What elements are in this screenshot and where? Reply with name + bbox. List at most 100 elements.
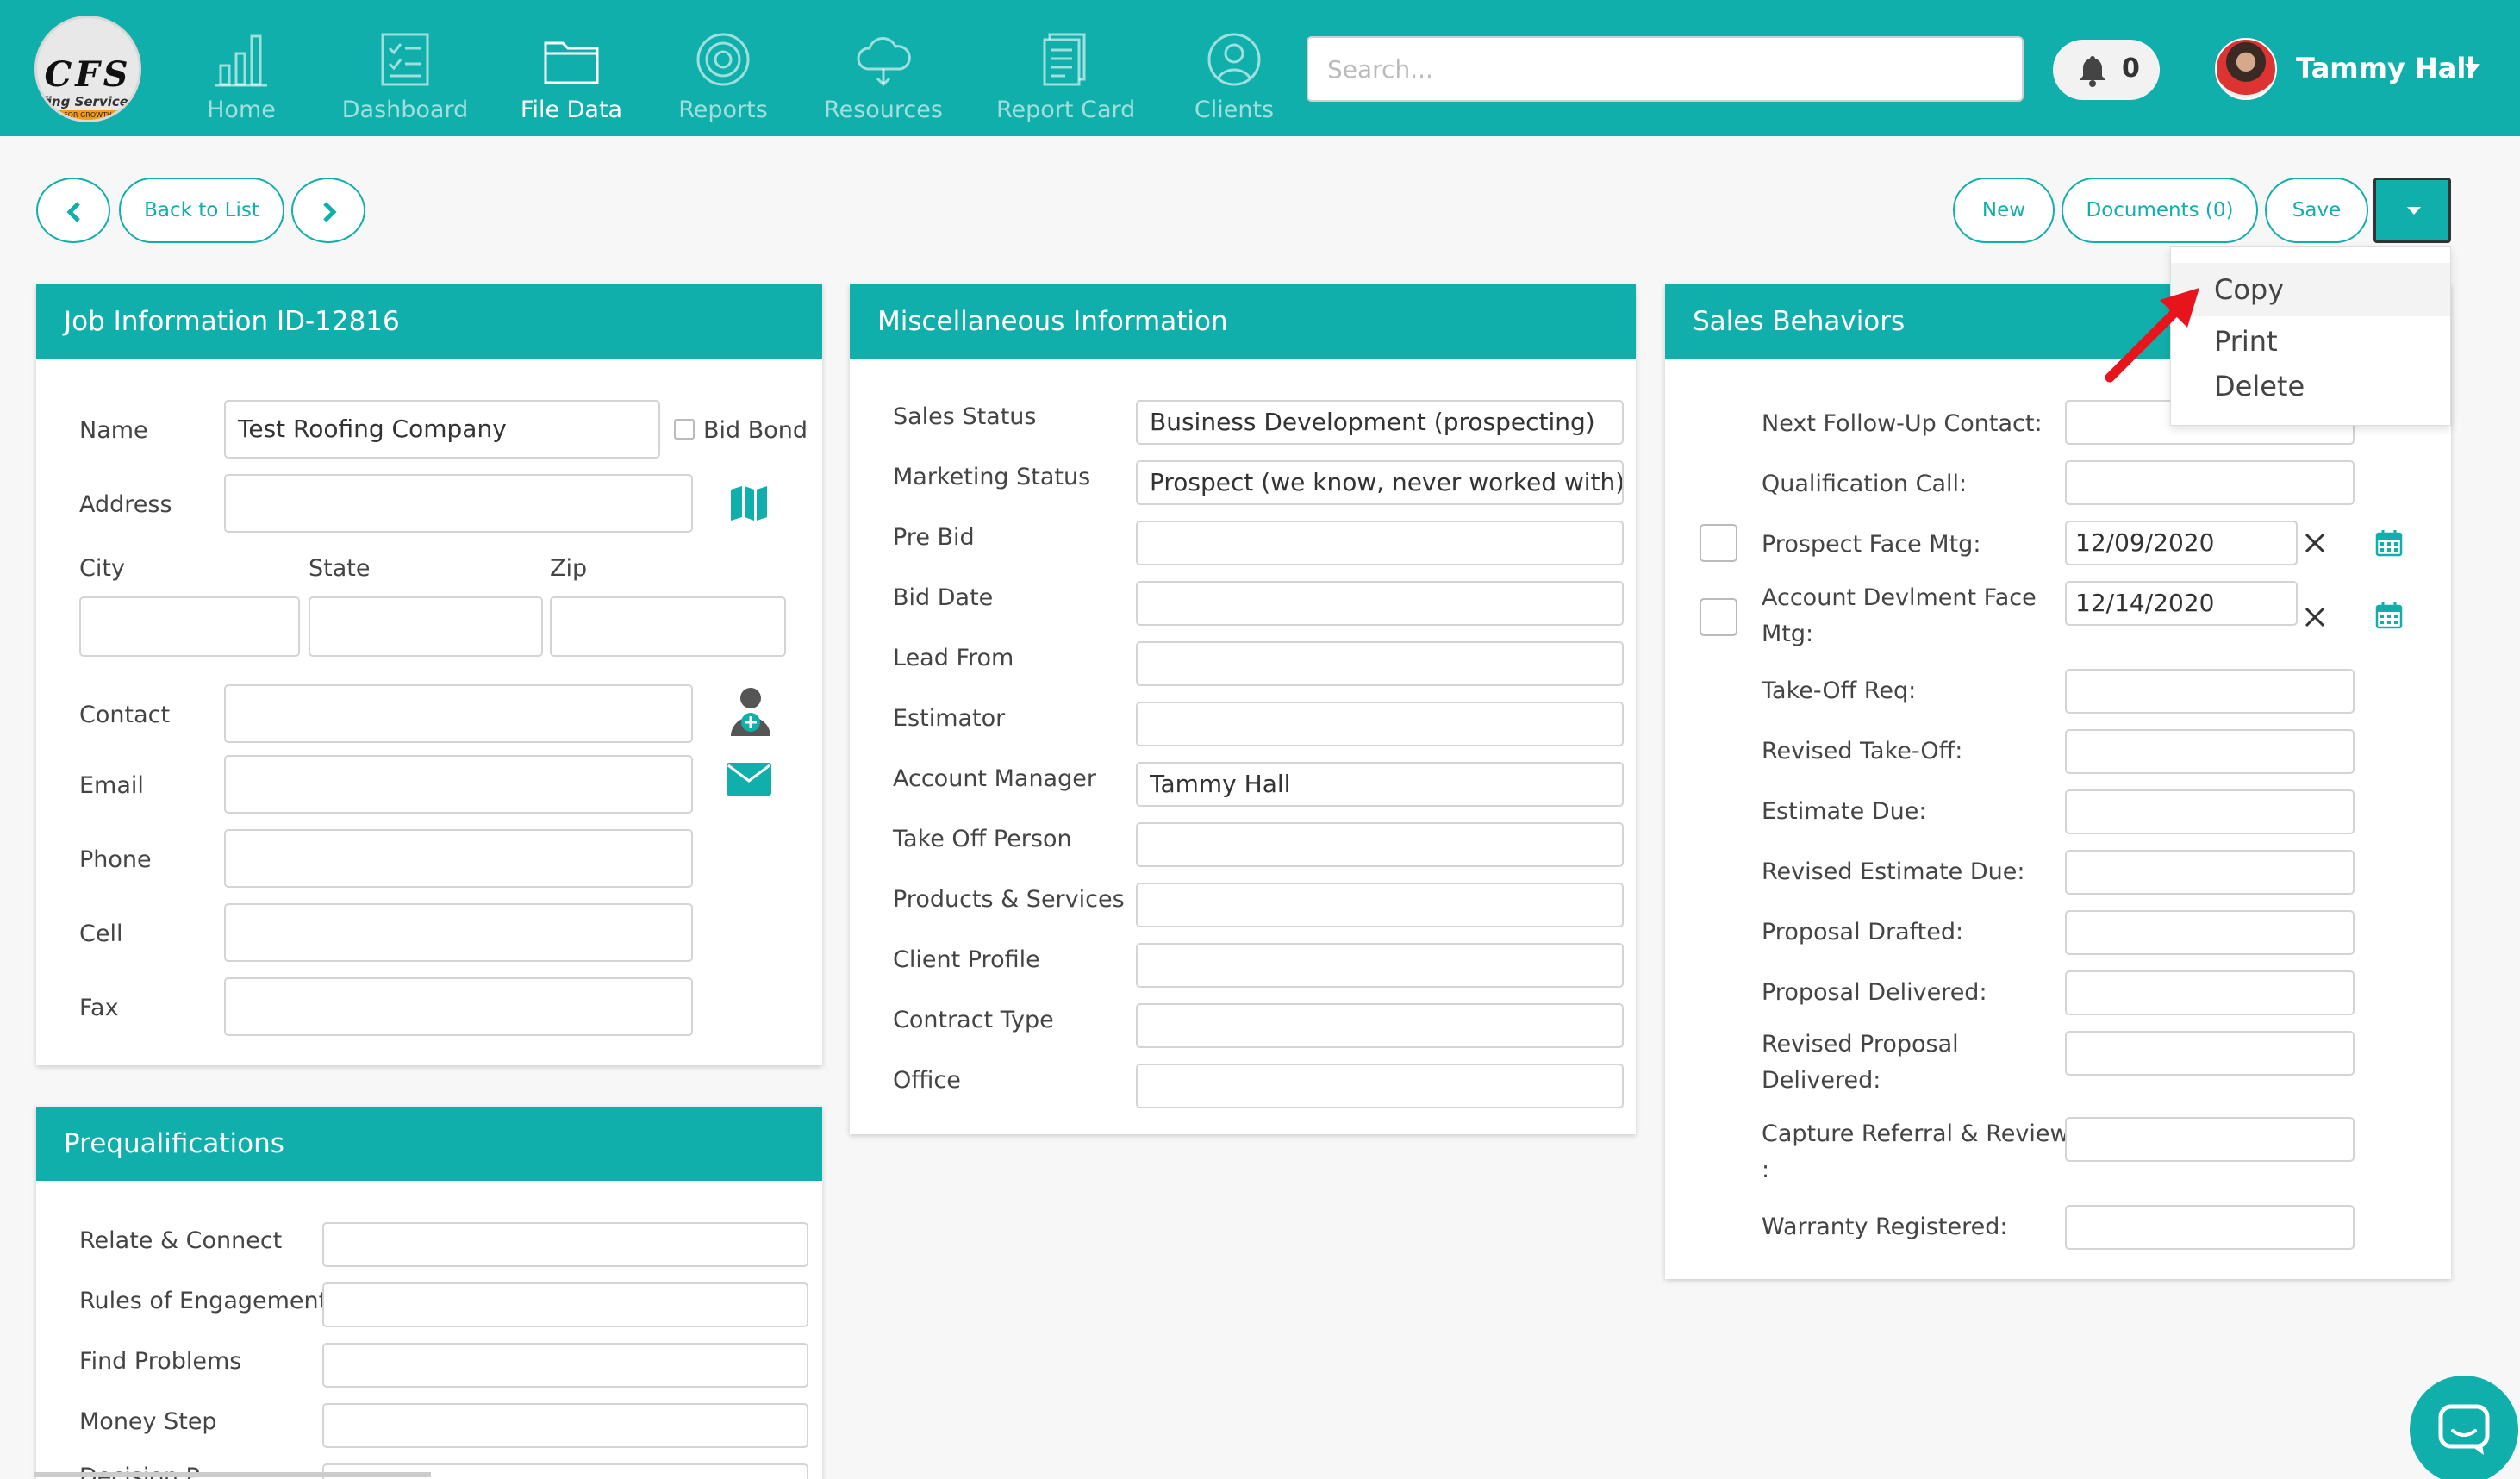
bid-bond-checkbox[interactable] — [674, 419, 695, 440]
chat-button[interactable] — [2410, 1376, 2518, 1479]
job-information-title: Job Information ID-12816 — [36, 284, 822, 359]
back-to-list-button[interactable]: Back to List — [119, 178, 284, 243]
chevron-down-icon[interactable] — [2465, 64, 2480, 73]
bid-date-input[interactable] — [1136, 581, 1624, 626]
folder-icon — [544, 41, 599, 84]
bid-bond-label: Bid Bond — [703, 417, 808, 444]
account-devlment-face-mtg-date[interactable]: 12/14/2020 — [2065, 581, 2298, 626]
search-input[interactable] — [1307, 36, 2024, 102]
address-input[interactable] — [224, 474, 693, 533]
proposal-delivered-input[interactable] — [2065, 970, 2355, 1015]
prospect-face-mtg-checkbox[interactable] — [1700, 524, 1737, 562]
revised-take-off-input[interactable] — [2065, 729, 2355, 774]
nav-dashboard[interactable]: Dashboard — [341, 31, 469, 126]
qualification-call-input[interactable] — [2065, 460, 2355, 505]
revised-estimate-due-input[interactable] — [2065, 850, 2355, 895]
contract-type-input[interactable] — [1136, 1003, 1624, 1048]
user-name[interactable]: Tammy Hall — [2296, 52, 2475, 84]
nav-home[interactable]: Home — [195, 31, 288, 126]
envelope-icon[interactable] — [726, 762, 772, 796]
clear-date-icon[interactable] — [2303, 531, 2327, 555]
lead-from-label: Lead From — [893, 645, 1014, 671]
lead-from-input[interactable] — [1136, 641, 1624, 686]
nav-clients[interactable]: Clients — [1193, 31, 1276, 126]
previous-record-button[interactable] — [36, 178, 110, 243]
capture-referral-review-label-2: : — [1762, 1157, 1770, 1183]
nav-file-data[interactable]: File Data — [519, 31, 624, 126]
notifications-button[interactable]: 0 — [2053, 40, 2160, 100]
account-manager-select[interactable]: Tammy Hall — [1136, 762, 1624, 807]
pre-bid-label: Pre Bid — [893, 524, 975, 551]
capture-referral-review-input[interactable] — [2065, 1117, 2355, 1162]
take-off-person-label: Take Off Person — [893, 826, 1072, 852]
estimator-input[interactable] — [1136, 702, 1624, 746]
contact-label: Contact — [79, 702, 171, 728]
account-devlment-face-mtg-label-2: Mtg: — [1762, 621, 1814, 647]
job-information-panel: Job Information ID-12816 Name Test Roofi… — [36, 284, 822, 1065]
nav-reports[interactable]: Reports — [677, 31, 769, 126]
contact-input[interactable] — [224, 684, 693, 743]
find-problems-input[interactable] — [322, 1343, 808, 1388]
estimate-due-input[interactable] — [2065, 789, 2355, 834]
chevron-right-icon — [323, 202, 337, 222]
rules-of-engagement-input[interactable] — [322, 1282, 808, 1327]
address-label: Address — [79, 491, 172, 518]
new-button[interactable]: New — [1953, 178, 2055, 243]
state-label: State — [309, 555, 371, 582]
fax-input[interactable] — [224, 977, 693, 1036]
marketing-status-select[interactable]: Prospect (we know, never worked with) — [1136, 460, 1624, 505]
phone-input[interactable] — [224, 829, 693, 888]
save-button[interactable]: Save — [2265, 178, 2368, 243]
client-profile-input[interactable] — [1136, 943, 1624, 988]
fax-label: Fax — [79, 995, 119, 1021]
state-input[interactable] — [309, 596, 543, 657]
revised-proposal-delivered-label-2: Delivered: — [1762, 1067, 1881, 1094]
name-input[interactable]: Test Roofing Company — [224, 400, 660, 459]
next-record-button[interactable] — [291, 178, 365, 243]
products-services-label: Products & Services — [893, 886, 1125, 913]
account-devlment-face-mtg-checkbox[interactable] — [1700, 598, 1737, 636]
calendar-icon[interactable] — [2375, 529, 2403, 557]
account-devlment-face-mtg-label: Account Devlment Face — [1762, 584, 2037, 611]
logo-band: FOR GROWTH — [44, 110, 132, 120]
documents-button[interactable]: Documents (0) — [2062, 178, 2258, 243]
menu-item-copy[interactable]: Copy — [2171, 263, 2450, 316]
nav-report-card-label: Report Card — [996, 97, 1136, 123]
revised-proposal-delivered-label: Revised Proposal — [1762, 1031, 1959, 1058]
logo-text: CFS — [44, 54, 132, 95]
sales-status-select[interactable]: Business Development (prospecting) — [1136, 400, 1624, 445]
marketing-status-label: Marketing Status — [893, 464, 1091, 490]
take-off-person-input[interactable] — [1136, 822, 1624, 867]
take-off-req-input[interactable] — [2065, 669, 2355, 714]
relate-connect-input[interactable] — [322, 1222, 808, 1267]
clear-date-icon[interactable] — [2303, 605, 2327, 629]
office-input[interactable] — [1136, 1064, 1624, 1108]
nav-resources[interactable]: Resources — [824, 31, 943, 126]
money-step-input[interactable] — [322, 1403, 808, 1448]
horizontal-scrollbar[interactable] — [34, 1472, 431, 1477]
warranty-registered-input[interactable] — [2065, 1205, 2355, 1250]
proposal-drafted-label: Proposal Drafted: — [1762, 919, 1964, 945]
nav-file-data-label: File Data — [520, 97, 623, 123]
pre-bid-input[interactable] — [1136, 521, 1624, 565]
logo-subtext: fing Services — [41, 94, 136, 109]
menu-item-delete[interactable]: Delete — [2171, 359, 2450, 413]
nav-dashboard-label: Dashboard — [341, 97, 469, 123]
revised-proposal-delivered-input[interactable] — [2065, 1031, 2355, 1076]
city-input[interactable] — [79, 596, 300, 657]
company-logo[interactable]: CFS fing Services FOR GROWTH — [34, 16, 141, 122]
avatar[interactable] — [2215, 38, 2277, 100]
email-input[interactable] — [224, 755, 693, 814]
cell-input[interactable] — [224, 903, 693, 962]
add-contact-icon[interactable] — [729, 686, 772, 738]
calendar-icon[interactable] — [2375, 602, 2403, 629]
nav-report-card[interactable]: Report Card — [996, 31, 1136, 126]
zip-label: Zip — [550, 555, 588, 582]
proposal-drafted-input[interactable] — [2065, 910, 2355, 955]
more-actions-button[interactable] — [2373, 178, 2451, 243]
office-label: Office — [893, 1067, 961, 1094]
products-services-input[interactable] — [1136, 883, 1624, 927]
map-icon[interactable] — [729, 484, 769, 522]
prospect-face-mtg-date[interactable]: 12/09/2020 — [2065, 521, 2298, 565]
zip-input[interactable] — [550, 596, 786, 657]
